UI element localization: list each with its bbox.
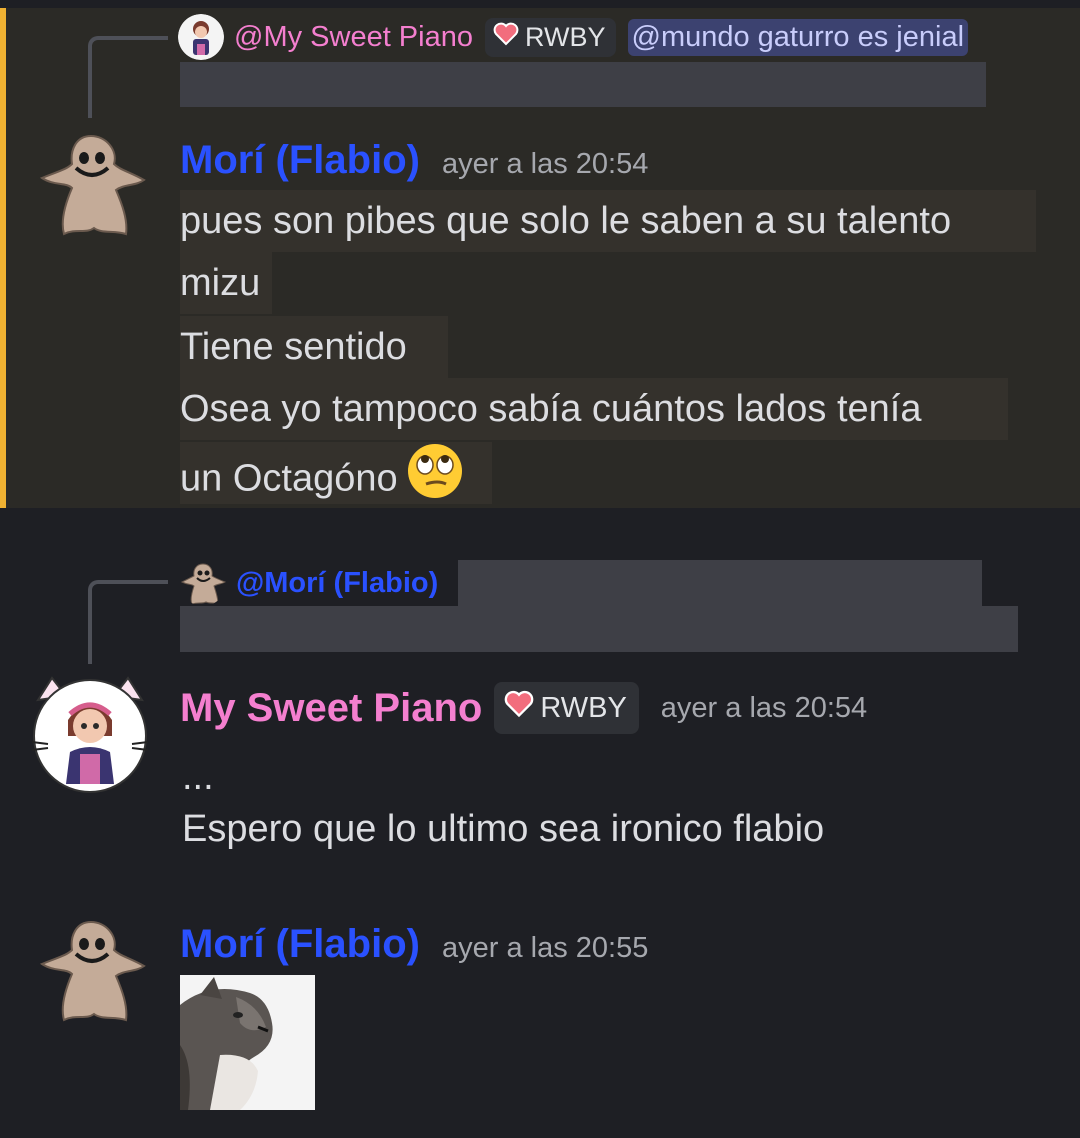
role-tag: RWBY (494, 682, 639, 734)
timestamp[interactable]: ayer a las 20:55 (442, 932, 648, 965)
reply-spine (88, 580, 168, 664)
message-header: My Sweet Piano RWBY ayer a las 20:54 (180, 682, 867, 734)
top-divider (0, 0, 1080, 8)
rolling-eyes-emoji-icon (406, 442, 464, 519)
reply-avatar (180, 560, 226, 606)
author-name[interactable]: Morí (Flabio) (180, 922, 420, 967)
reply-author-mention[interactable]: @My Sweet Piano (234, 21, 473, 54)
timestamp[interactable]: ayer a las 20:54 (661, 692, 867, 725)
message-line: mizu (180, 252, 272, 314)
mention-chip[interactable]: @mundo gaturro es jenial (627, 18, 969, 56)
message-header: Morí (Flabio) ayer a las 20:55 (180, 922, 648, 967)
reply-spine (88, 36, 168, 118)
message-line: Osea yo tampoco sabía cuántos lados tení… (180, 378, 1008, 440)
role-tag: RWBY (484, 17, 616, 57)
message-header: Morí (Flabio) ayer a las 20:54 (180, 138, 648, 183)
message-line: ... (182, 756, 214, 798)
heart-icon (504, 690, 534, 726)
avatar-mori[interactable] (36, 128, 146, 238)
message-line-with-emoji: un Octagóno (180, 442, 492, 504)
message-line: Tiene sentido (180, 316, 448, 378)
role-tag-label: RWBY (540, 691, 627, 724)
reply-author-mention[interactable]: @Morí (Flabio) (236, 567, 438, 600)
cat-image-attachment[interactable] (180, 975, 315, 1110)
message-text: un Octagóno (180, 457, 398, 500)
redacted-reply-content (458, 560, 982, 606)
role-tag-label: RWBY (524, 21, 606, 52)
sack-ghost-icon (39, 920, 146, 1022)
avatar-mori[interactable] (36, 914, 146, 1024)
message-line: pues son pibes que solo le saben a su ta… (180, 190, 1036, 252)
sack-ghost-icon (39, 134, 146, 236)
mention-highlight-bar (0, 0, 6, 508)
avatar-my-sweet-piano[interactable] (30, 674, 150, 794)
heart-icon (493, 22, 519, 53)
author-name[interactable]: Morí (Flabio) (180, 138, 420, 183)
reply-avatar (178, 14, 224, 60)
redacted-reply-content (180, 62, 986, 107)
reply-preview[interactable]: @Morí (Flabio) (180, 560, 438, 606)
author-name[interactable]: My Sweet Piano (180, 686, 482, 731)
timestamp[interactable]: ayer a las 20:54 (442, 148, 648, 181)
message-line: Espero que lo ultimo sea ironico flabio (182, 808, 825, 850)
reply-preview[interactable]: @My Sweet Piano RWBY @mundo gaturro es j… (178, 14, 969, 60)
redacted-reply-content (180, 606, 1018, 652)
cat-image-icon (180, 975, 315, 1110)
